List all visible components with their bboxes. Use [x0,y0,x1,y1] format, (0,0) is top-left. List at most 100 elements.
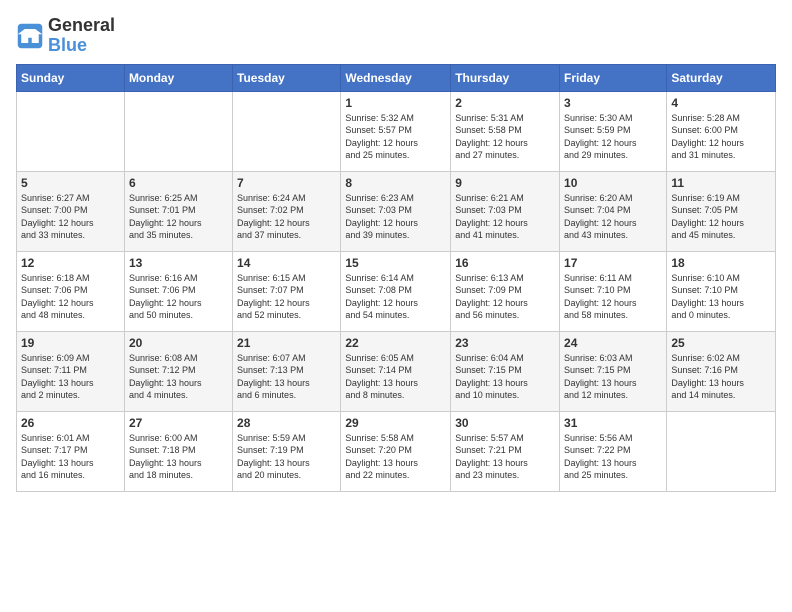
day-number: 18 [671,256,771,270]
day-info: Sunrise: 6:00 AM Sunset: 7:18 PM Dayligh… [129,432,228,482]
calendar-cell: 26 Sunrise: 6:01 AM Sunset: 7:17 PM Dayli… [17,411,125,491]
day-number: 11 [671,176,771,190]
calendar-cell: 24Sunrise: 6:03 AM Sunset: 7:15 PM Dayli… [560,331,667,411]
day-number: 30 [455,416,555,430]
weekday-header-thursday: Thursday [451,64,560,91]
day-number: 4 [671,96,771,110]
day-number: 9 [455,176,555,190]
logo: General Blue [16,16,115,56]
day-number: 27 [129,416,228,430]
day-info: Sunrise: 5:57 AM Sunset: 7:21 PM Dayligh… [455,432,555,482]
calendar-cell: 14Sunrise: 6:15 AM Sunset: 7:07 PM Dayli… [233,251,341,331]
day-info: Sunrise: 6:03 AM Sunset: 7:15 PM Dayligh… [564,352,662,402]
calendar-cell: 1Sunrise: 5:32 AM Sunset: 5:57 PM Daylig… [341,91,451,171]
calendar-cell [667,411,776,491]
day-info: Sunrise: 6:09 AM Sunset: 7:11 PM Dayligh… [21,352,120,402]
day-info: Sunrise: 5:58 AM Sunset: 7:20 PM Dayligh… [345,432,446,482]
calendar-cell: 31 Sunrise: 5:56 AM Sunset: 7:22 PM Dayli… [560,411,667,491]
calendar-cell: 23 Sunrise: 6:04 AM Sunset: 7:15 PM Dayli… [451,331,560,411]
day-number: 25 [671,336,771,350]
calendar-cell: 16 Sunrise: 6:13 AM Sunset: 7:09 PM Dayli… [451,251,560,331]
day-number: 3 [564,96,662,110]
day-info: Sunrise: 6:20 AM Sunset: 7:04 PM Dayligh… [564,192,662,242]
day-info: Sunrise: 6:15 AM Sunset: 7:07 PM Dayligh… [237,272,336,322]
calendar-cell: 4 Sunrise: 5:28 AM Sunset: 6:00 PM Daylig… [667,91,776,171]
calendar-cell: 29 Sunrise: 5:58 AM Sunset: 7:20 PM Dayli… [341,411,451,491]
day-info: Sunrise: 6:10 AM Sunset: 7:10 PM Dayligh… [671,272,771,322]
calendar-week-row: 1Sunrise: 5:32 AM Sunset: 5:57 PM Daylig… [17,91,776,171]
calendar-week-row: 5Sunrise: 6:27 AM Sunset: 7:00 PM Daylig… [17,171,776,251]
day-info: Sunrise: 6:11 AM Sunset: 7:10 PM Dayligh… [564,272,662,322]
day-number: 19 [21,336,120,350]
day-number: 12 [21,256,120,270]
calendar-header: SundayMondayTuesdayWednesdayThursdayFrid… [17,64,776,91]
day-info: Sunrise: 5:59 AM Sunset: 7:19 PM Dayligh… [237,432,336,482]
day-info: Sunrise: 6:14 AM Sunset: 7:08 PM Dayligh… [345,272,446,322]
day-number: 21 [237,336,336,350]
day-number: 8 [345,176,446,190]
day-info: Sunrise: 6:19 AM Sunset: 7:05 PM Dayligh… [671,192,771,242]
day-info: Sunrise: 6:01 AM Sunset: 7:17 PM Dayligh… [21,432,120,482]
calendar-cell: 28 Sunrise: 5:59 AM Sunset: 7:19 PM Dayli… [233,411,341,491]
calendar-cell: 10 Sunrise: 6:20 AM Sunset: 7:04 PM Dayli… [560,171,667,251]
day-info: Sunrise: 6:13 AM Sunset: 7:09 PM Dayligh… [455,272,555,322]
calendar-table: SundayMondayTuesdayWednesdayThursdayFrid… [16,64,776,492]
day-number: 10 [564,176,662,190]
calendar-cell: 8Sunrise: 6:23 AM Sunset: 7:03 PM Daylig… [341,171,451,251]
calendar-cell: 12 Sunrise: 6:18 AM Sunset: 7:06 PM Dayli… [17,251,125,331]
calendar-week-row: 26 Sunrise: 6:01 AM Sunset: 7:17 PM Dayli… [17,411,776,491]
day-number: 26 [21,416,120,430]
day-number: 2 [455,96,555,110]
calendar-cell: 22 Sunrise: 6:05 AM Sunset: 7:14 PM Dayli… [341,331,451,411]
day-info: Sunrise: 6:02 AM Sunset: 7:16 PM Dayligh… [671,352,771,402]
calendar-cell: 5Sunrise: 6:27 AM Sunset: 7:00 PM Daylig… [17,171,125,251]
day-info: Sunrise: 6:24 AM Sunset: 7:02 PM Dayligh… [237,192,336,242]
day-info: Sunrise: 6:27 AM Sunset: 7:00 PM Dayligh… [21,192,120,242]
day-number: 16 [455,256,555,270]
calendar-cell: 19 Sunrise: 6:09 AM Sunset: 7:11 PM Dayli… [17,331,125,411]
day-number: 17 [564,256,662,270]
weekday-header-monday: Monday [124,64,232,91]
day-number: 22 [345,336,446,350]
calendar-week-row: 12 Sunrise: 6:18 AM Sunset: 7:06 PM Dayli… [17,251,776,331]
day-info: Sunrise: 6:04 AM Sunset: 7:15 PM Dayligh… [455,352,555,402]
day-info: Sunrise: 6:16 AM Sunset: 7:06 PM Dayligh… [129,272,228,322]
calendar-cell: 2Sunrise: 5:31 AM Sunset: 5:58 PM Daylig… [451,91,560,171]
calendar-cell: 3 Sunrise: 5:30 AM Sunset: 5:59 PM Daylig… [560,91,667,171]
weekday-header-friday: Friday [560,64,667,91]
day-info: Sunrise: 5:32 AM Sunset: 5:57 PM Dayligh… [345,112,446,162]
day-number: 15 [345,256,446,270]
calendar-cell: 7 Sunrise: 6:24 AM Sunset: 7:02 PM Daylig… [233,171,341,251]
calendar-cell: 27 Sunrise: 6:00 AM Sunset: 7:18 PM Dayli… [124,411,232,491]
calendar-cell: 18 Sunrise: 6:10 AM Sunset: 7:10 PM Dayli… [667,251,776,331]
calendar-cell: 11 Sunrise: 6:19 AM Sunset: 7:05 PM Dayli… [667,171,776,251]
day-info: Sunrise: 5:30 AM Sunset: 5:59 PM Dayligh… [564,112,662,162]
day-number: 29 [345,416,446,430]
day-number: 13 [129,256,228,270]
day-info: Sunrise: 5:28 AM Sunset: 6:00 PM Dayligh… [671,112,771,162]
day-info: Sunrise: 6:07 AM Sunset: 7:13 PM Dayligh… [237,352,336,402]
calendar-week-row: 19 Sunrise: 6:09 AM Sunset: 7:11 PM Dayli… [17,331,776,411]
calendar-cell: 17 Sunrise: 6:11 AM Sunset: 7:10 PM Dayli… [560,251,667,331]
day-number: 31 [564,416,662,430]
day-number: 6 [129,176,228,190]
calendar-cell [17,91,125,171]
calendar-cell: 6Sunrise: 6:25 AM Sunset: 7:01 PM Daylig… [124,171,232,251]
weekday-header-sunday: Sunday [17,64,125,91]
day-number: 23 [455,336,555,350]
weekday-header-wednesday: Wednesday [341,64,451,91]
weekday-header-row: SundayMondayTuesdayWednesdayThursdayFrid… [17,64,776,91]
weekday-header-tuesday: Tuesday [233,64,341,91]
calendar-cell [124,91,232,171]
day-number: 7 [237,176,336,190]
day-info: Sunrise: 6:05 AM Sunset: 7:14 PM Dayligh… [345,352,446,402]
calendar-cell: 25 Sunrise: 6:02 AM Sunset: 7:16 PM Dayli… [667,331,776,411]
calendar-cell: 21 Sunrise: 6:07 AM Sunset: 7:13 PM Dayli… [233,331,341,411]
day-number: 28 [237,416,336,430]
calendar-body: 1Sunrise: 5:32 AM Sunset: 5:57 PM Daylig… [17,91,776,491]
calendar-cell: 15 Sunrise: 6:14 AM Sunset: 7:08 PM Dayli… [341,251,451,331]
day-info: Sunrise: 5:56 AM Sunset: 7:22 PM Dayligh… [564,432,662,482]
calendar-cell: 20Sunrise: 6:08 AM Sunset: 7:12 PM Dayli… [124,331,232,411]
calendar-cell: 30 Sunrise: 5:57 AM Sunset: 7:21 PM Dayli… [451,411,560,491]
day-info: Sunrise: 6:18 AM Sunset: 7:06 PM Dayligh… [21,272,120,322]
